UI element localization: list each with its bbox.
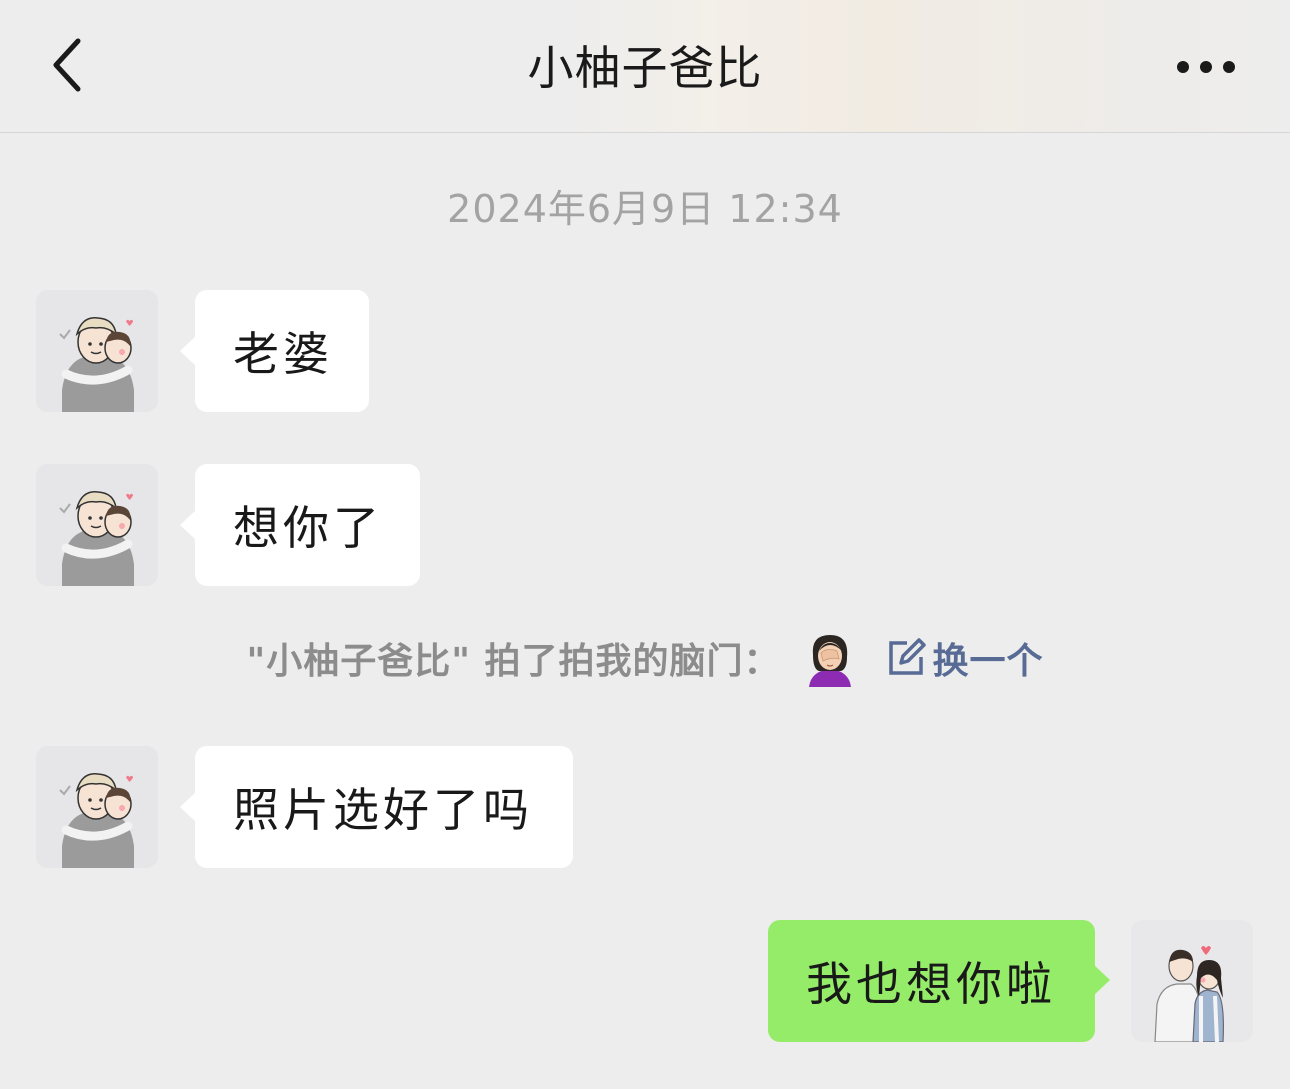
more-dots-icon [1177, 61, 1235, 73]
my-avatar[interactable] [1131, 920, 1253, 1042]
pat-notice: "小柚子爸比" 拍了拍我的脑门： 换一个 [0, 628, 1290, 688]
contact-avatar[interactable] [36, 290, 158, 412]
change-pat-label: 换一个 [932, 641, 1044, 682]
message-timestamp: 2024年6月9日 12:34 [447, 187, 843, 231]
back-button[interactable] [36, 30, 96, 100]
contact-avatar[interactable] [36, 464, 158, 586]
pat-notice-text: "小柚子爸比" 拍了拍我的脑门： [246, 641, 781, 682]
facepalm-woman-icon [808, 635, 851, 687]
chevron-left-icon [53, 38, 81, 92]
message-bubble[interactable]: 照片选好了吗 [180, 746, 573, 868]
chat-title: 小柚子爸比 [527, 41, 763, 95]
contact-avatar[interactable] [36, 746, 158, 868]
message-bubble-outgoing[interactable]: 我也想你啦 [768, 920, 1110, 1042]
more-options-button[interactable] [1166, 42, 1246, 92]
change-pat-link[interactable]: 换一个 [885, 632, 1044, 684]
edit-icon [888, 638, 926, 675]
chat-screen: 小柚子爸比 2024年6月9日 12:34 老婆 想你了 "小柚子爸比" 拍了拍… [0, 0, 1290, 1089]
chat-header: 小柚子爸比 [0, 0, 1290, 133]
message-bubble[interactable]: 想你了 [180, 464, 420, 586]
message-bubble[interactable]: 老婆 [180, 290, 369, 412]
